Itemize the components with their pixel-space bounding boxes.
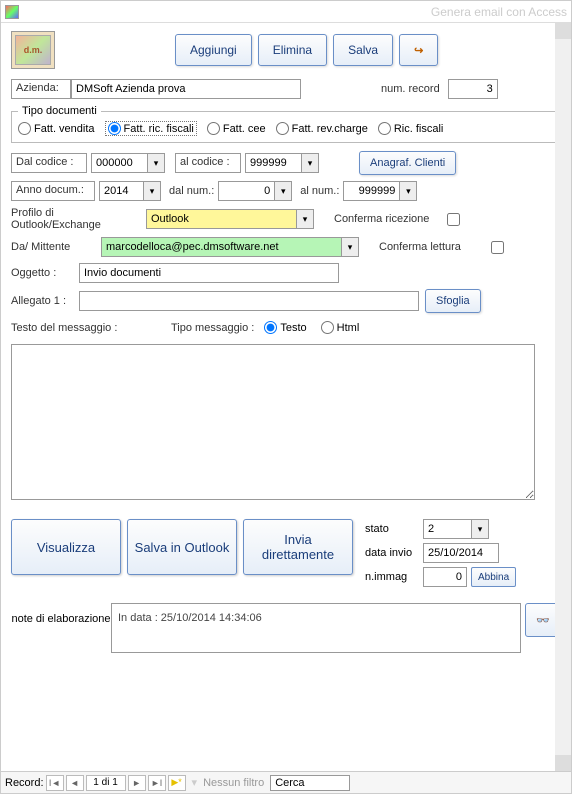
mittente-row: Da/ Mittente ▾ Conferma lettura <box>11 237 561 257</box>
allegato-input[interactable] <box>79 291 419 311</box>
radio-fatt-cee[interactable]: Fatt. cee <box>207 122 266 135</box>
al-codice-label: al codice : <box>175 153 241 173</box>
form-content: d.m. Aggiungi Elimina Salva ↪ Azienda: n… <box>1 23 571 761</box>
status-column: stato ▾ data invio n.immag Abbina <box>365 519 516 591</box>
dal-codice-input[interactable] <box>91 153 147 173</box>
stato-input[interactable] <box>423 519 471 539</box>
al-codice-dropdown[interactable]: ▾ <box>301 153 319 173</box>
conferma-ricezione-checkbox[interactable] <box>447 213 460 226</box>
nimmag-input[interactable] <box>423 567 467 587</box>
search-input[interactable] <box>270 775 350 791</box>
anagraf-clienti-button[interactable]: Anagraf. Clienti <box>359 151 456 175</box>
dal-num-dropdown[interactable]: ▾ <box>274 181 292 201</box>
note-textarea[interactable]: In data : 25/10/2014 14:34:06 <box>111 603 521 653</box>
oggetto-input[interactable] <box>79 263 339 283</box>
conferma-ricezione-label: Conferma ricezione <box>334 213 429 225</box>
profilo-dropdown[interactable]: ▾ <box>296 209 314 229</box>
profilo-label: Profilo di Outlook/Exchange <box>11 207 146 231</box>
nav-new-button[interactable]: ▶* <box>168 775 186 791</box>
data-invio-label: data invio <box>365 547 423 559</box>
invia-direttamente-button[interactable]: Invia direttamente <box>243 519 353 575</box>
message-body-textarea[interactable] <box>11 344 535 500</box>
radio-tipo-html[interactable]: Html <box>321 321 360 334</box>
tipo-documenti-legend: Tipo documenti <box>18 105 101 117</box>
codice-row: Dal codice : ▾ al codice : ▾ Anagraf. Cl… <box>11 151 561 175</box>
app-small-icon <box>5 5 19 19</box>
salva-outlook-button[interactable]: Salva in Outlook <box>127 519 237 575</box>
exit-icon: ↪ <box>414 44 423 57</box>
nav-first-button[interactable]: I◄ <box>46 775 64 791</box>
mittente-label: Da/ Mittente <box>11 241 101 253</box>
num-record-input[interactable] <box>448 79 498 99</box>
nav-last-button[interactable]: ►I <box>148 775 166 791</box>
action-row: Visualizza Salva in Outlook Invia dirett… <box>11 519 561 591</box>
radio-fatt-ric-fiscali[interactable]: Fatt. ric. fiscali <box>105 121 197 136</box>
app-logo-icon: d.m. <box>11 31 55 69</box>
aggiungi-button[interactable]: Aggiungi <box>175 34 252 66</box>
elimina-button[interactable]: Elimina <box>258 34 327 66</box>
title-bar: Genera email con Access <box>1 1 571 23</box>
al-num-dropdown[interactable]: ▾ <box>399 181 417 201</box>
note-row: note di elaborazione In data : 25/10/201… <box>11 603 561 653</box>
profilo-input[interactable] <box>146 209 296 229</box>
anno-row: Anno docum.: ▾ dal num.: ▾ al num.: ▾ <box>11 181 561 201</box>
oggetto-label: Oggetto : <box>11 267 79 279</box>
nav-next-button[interactable]: ► <box>128 775 146 791</box>
dal-codice-label: Dal codice : <box>11 153 87 173</box>
num-record-label: num. record <box>381 83 440 95</box>
azienda-label: Azienda: <box>11 79 71 99</box>
al-codice-input[interactable] <box>245 153 301 173</box>
conferma-lettura-label: Conferma lettura <box>379 241 461 253</box>
stato-label: stato <box>365 523 423 535</box>
radio-tipo-testo[interactable]: Testo <box>264 321 306 334</box>
testo-msg-label: Testo del messaggio : <box>11 322 171 334</box>
stato-dropdown[interactable]: ▾ <box>471 519 489 539</box>
salva-button[interactable]: Salva <box>333 34 393 66</box>
allegato-row: Allegato 1 : Sfoglia <box>11 289 561 313</box>
data-invio-input[interactable] <box>423 543 499 563</box>
exit-button[interactable]: ↪ <box>399 34 438 66</box>
dal-codice-dropdown[interactable]: ▾ <box>147 153 165 173</box>
dal-num-input[interactable] <box>218 181 274 201</box>
anno-dropdown[interactable]: ▾ <box>143 181 161 201</box>
visualizza-button[interactable]: Visualizza <box>11 519 121 575</box>
azienda-input[interactable] <box>71 79 301 99</box>
nav-position-input[interactable] <box>86 775 126 791</box>
record-label: Record: <box>5 777 44 789</box>
note-label: note di elaborazione <box>11 603 111 653</box>
azienda-row: Azienda: num. record <box>11 79 561 99</box>
oggetto-row: Oggetto : <box>11 263 561 283</box>
anno-label: Anno docum.: <box>11 181 95 201</box>
window-title: Genera email con Access <box>431 5 567 19</box>
mittente-dropdown[interactable]: ▾ <box>341 237 359 257</box>
vertical-scrollbar[interactable] <box>555 23 571 771</box>
glasses-icon: 👓 <box>536 615 550 627</box>
dal-num-label: dal num.: <box>169 185 214 197</box>
msg-header-row: Testo del messaggio : Tipo messaggio : T… <box>11 321 561 334</box>
abbina-button[interactable]: Abbina <box>471 567 516 587</box>
al-num-input[interactable] <box>343 181 399 201</box>
radio-fatt-vendita[interactable]: Fatt. vendita <box>18 122 95 135</box>
anno-input[interactable] <box>99 181 143 201</box>
toolbar: d.m. Aggiungi Elimina Salva ↪ <box>11 31 561 69</box>
filter-icon: ▾ <box>192 776 198 789</box>
allegato-label: Allegato 1 : <box>11 295 79 307</box>
sfoglia-button[interactable]: Sfoglia <box>425 289 481 313</box>
record-navigator: Record: I◄ ◄ ► ►I ▶* ▾ Nessun filtro <box>1 771 571 793</box>
nimmag-label: n.immag <box>365 571 423 583</box>
filter-label: Nessun filtro <box>203 777 264 789</box>
tipo-documenti-group: Tipo documenti Fatt. vendita Fatt. ric. … <box>11 105 561 143</box>
radio-ric-fiscali[interactable]: Ric. fiscali <box>378 122 444 135</box>
conferma-lettura-checkbox[interactable] <box>491 241 504 254</box>
mittente-input[interactable] <box>101 237 341 257</box>
radio-fatt-rev-charge[interactable]: Fatt. rev.charge <box>276 122 368 135</box>
al-num-label: al num.: <box>300 185 339 197</box>
profilo-row: Profilo di Outlook/Exchange ▾ Conferma r… <box>11 207 561 231</box>
tipo-msg-label: Tipo messaggio : <box>171 322 254 334</box>
nav-prev-button[interactable]: ◄ <box>66 775 84 791</box>
